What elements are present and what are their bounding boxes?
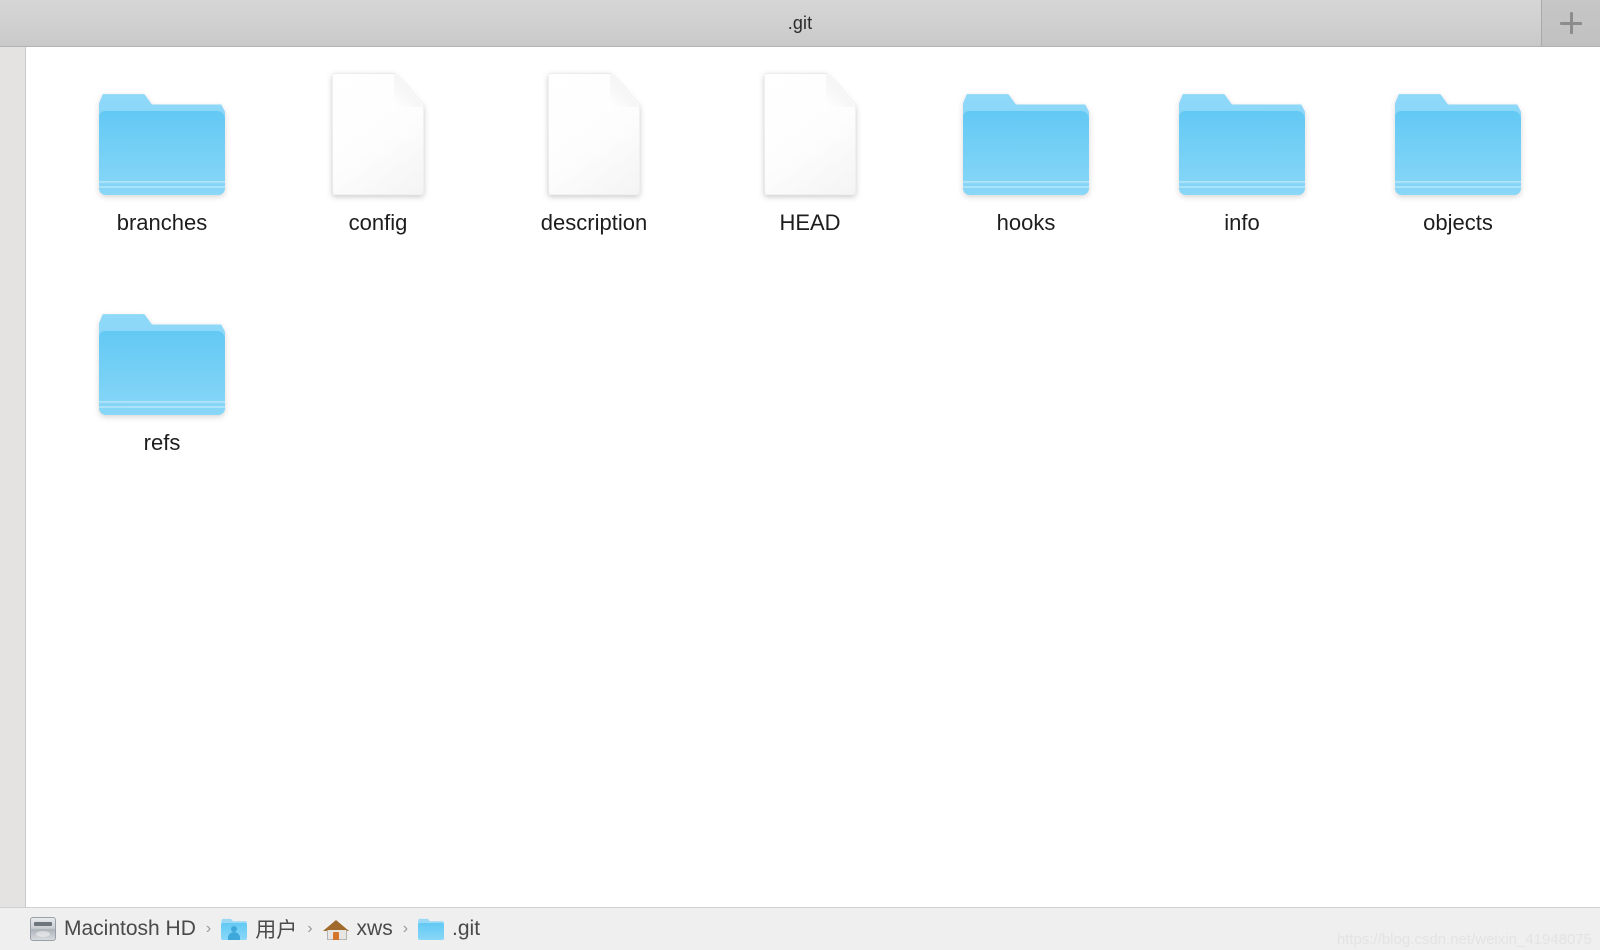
file-item[interactable]: refs <box>54 275 270 495</box>
document-icon <box>332 73 424 195</box>
sidebar-strip <box>0 47 26 907</box>
folder-front-panel <box>99 331 225 415</box>
file-item[interactable]: description <box>486 55 702 275</box>
breadcrumb-item[interactable]: .git <box>418 917 480 941</box>
folder-icon <box>99 91 225 195</box>
folder-icon <box>963 91 1089 195</box>
breadcrumb-label: xws <box>356 917 393 940</box>
file-item[interactable]: HEAD <box>702 55 918 275</box>
users-folder-icon <box>221 918 248 940</box>
folder-front-panel <box>1179 111 1305 195</box>
plus-icon <box>1560 12 1582 34</box>
breadcrumb-separator-icon: › <box>307 920 313 937</box>
breadcrumb-separator-icon: › <box>402 920 409 937</box>
folder-ridge-secondary <box>1395 186 1521 188</box>
breadcrumb-label: 用户 <box>255 919 298 942</box>
home-door <box>332 932 339 940</box>
file-icon-slot <box>963 55 1089 195</box>
folder-ridge-secondary <box>963 186 1089 188</box>
file-label: objects <box>1423 210 1493 235</box>
file-item[interactable]: info <box>1134 55 1350 275</box>
breadcrumb-item[interactable]: xws <box>322 917 393 941</box>
folder-front-panel <box>99 111 225 195</box>
window-title: .git <box>787 12 813 33</box>
folder-ridge <box>1179 181 1305 184</box>
file-label: config <box>348 210 408 235</box>
folder-ridge <box>963 181 1089 184</box>
breadcrumb-label: Macintosh HD <box>64 917 196 940</box>
document-page <box>548 73 640 195</box>
person-body-shape <box>228 932 241 940</box>
watermark-text: https://blog.csdn.net/weixin_41948075 <box>1336 931 1592 948</box>
folder-ridge-secondary <box>99 406 225 408</box>
folder-ridge <box>99 181 225 184</box>
document-page <box>764 73 856 195</box>
folder-front-panel <box>1395 111 1521 195</box>
folder-icon <box>1179 91 1305 195</box>
icon-grid: branches config description HEAD hooks info ob… <box>26 47 1600 495</box>
window-titlebar: .git <box>0 0 1600 47</box>
file-icon-slot <box>99 55 225 195</box>
folder-ridge <box>1395 181 1521 184</box>
file-item[interactable]: branches <box>54 55 270 275</box>
breadcrumb-item[interactable]: Macintosh HD <box>30 917 196 941</box>
folder-ridge-secondary <box>99 186 225 188</box>
file-item[interactable]: config <box>270 55 486 275</box>
file-label: description <box>540 210 648 235</box>
file-label: branches <box>116 210 208 235</box>
path-folder-front <box>418 923 445 940</box>
folder-icon <box>418 918 445 940</box>
folder-ridge-secondary <box>1179 186 1305 188</box>
hard-disk-icon <box>30 917 56 941</box>
breadcrumb-label: .git <box>452 917 481 940</box>
home-icon <box>322 918 349 940</box>
file-label: HEAD <box>779 210 841 235</box>
breadcrumb: Macintosh HD › 用户 › xws › .git <box>30 914 480 944</box>
document-page <box>332 73 424 195</box>
file-icon-slot <box>99 275 225 415</box>
file-content-area[interactable]: branches config description HEAD hooks info ob… <box>26 47 1600 907</box>
document-icon <box>764 73 856 195</box>
folder-ridge <box>99 401 225 404</box>
file-label: hooks <box>996 210 1056 235</box>
finder-window: .git branches config description HEAD hooks i… <box>0 0 1600 950</box>
breadcrumb-item[interactable]: 用户 <box>221 914 297 944</box>
file-icon-slot <box>332 55 424 195</box>
file-label: refs <box>143 430 181 455</box>
new-tab-button[interactable] <box>1541 0 1600 46</box>
file-label: info <box>1224 210 1260 235</box>
file-icon-slot <box>764 55 856 195</box>
file-item[interactable]: objects <box>1350 55 1566 275</box>
file-icon-slot <box>1179 55 1305 195</box>
file-item[interactable]: hooks <box>918 55 1134 275</box>
file-icon-slot <box>1395 55 1521 195</box>
file-icon-slot <box>548 55 640 195</box>
breadcrumb-separator-icon: › <box>205 920 212 937</box>
folder-icon <box>99 311 225 415</box>
folder-front-panel <box>963 111 1089 195</box>
path-bar: Macintosh HD › 用户 › xws › .git https://blog.cs… <box>0 907 1600 950</box>
folder-icon <box>1395 91 1521 195</box>
window-body: branches config description HEAD hooks info ob… <box>0 47 1600 907</box>
document-icon <box>548 73 640 195</box>
